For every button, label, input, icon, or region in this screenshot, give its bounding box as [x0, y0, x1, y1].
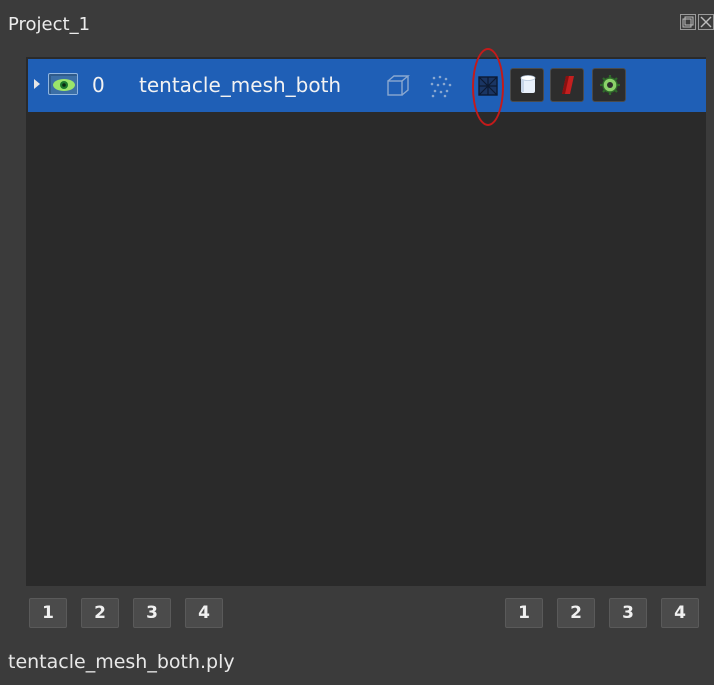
project-panel: Project_1 0 tentacle_mesh_both 1 2 3 4 1… [0, 0, 714, 685]
layer-index: 0 [92, 73, 105, 97]
annotation-circle [472, 48, 504, 126]
view-button-left-4[interactable]: 4 [185, 598, 223, 628]
title-buttons [680, 14, 714, 30]
bounding-box-icon[interactable] [385, 73, 411, 99]
view-button-left-1[interactable]: 1 [29, 598, 67, 628]
cylinder-icon[interactable] [510, 68, 544, 102]
view-buttons-right: 1 2 3 4 [505, 598, 699, 628]
eye-visibility-icon[interactable] [48, 73, 78, 95]
points-icon[interactable] [428, 73, 454, 99]
view-button-left-2[interactable]: 2 [81, 598, 119, 628]
color-brush-icon[interactable] [550, 68, 584, 102]
panel-title: Project_1 [8, 14, 91, 35]
expand-arrow-icon[interactable] [34, 79, 40, 89]
view-button-right-2[interactable]: 2 [557, 598, 595, 628]
layer-name[interactable]: tentacle_mesh_both [139, 73, 341, 97]
view-button-left-3[interactable]: 3 [133, 598, 171, 628]
layer-tree[interactable]: 0 tentacle_mesh_both [26, 48, 706, 586]
tree-row-selected[interactable]: 0 tentacle_mesh_both [28, 48, 706, 126]
view-button-right-1[interactable]: 1 [505, 598, 543, 628]
view-buttons-left: 1 2 3 4 [29, 598, 223, 628]
restore-icon[interactable] [680, 14, 696, 30]
gear-icon[interactable] [592, 68, 626, 102]
close-icon[interactable] [698, 14, 714, 30]
view-button-right-4[interactable]: 4 [661, 598, 699, 628]
view-button-right-3[interactable]: 3 [609, 598, 647, 628]
status-filename: tentacle_mesh_both.ply [8, 651, 235, 673]
panel-titlebar: Project_1 [0, 0, 714, 48]
